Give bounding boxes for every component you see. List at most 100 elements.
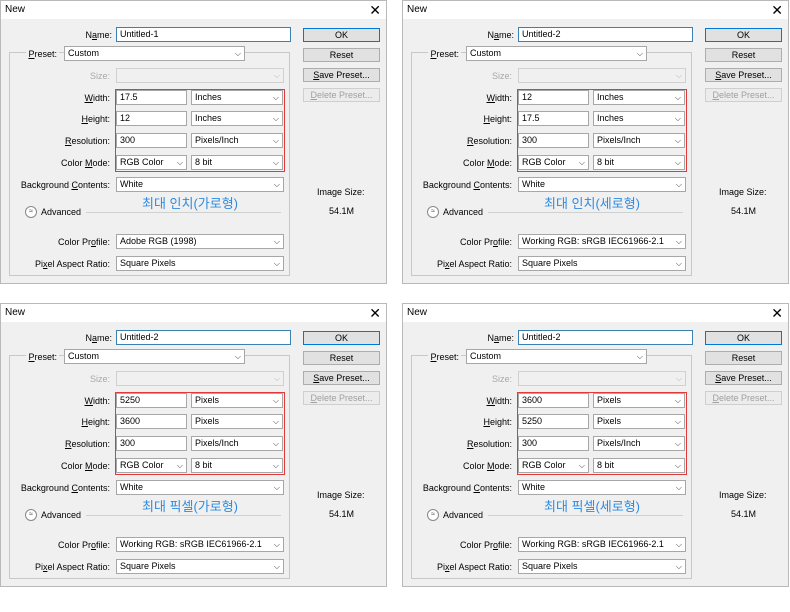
resolution-unit-select[interactable]: Pixels/Inch ⌵ [191,436,283,451]
height-unit-select[interactable]: Pixels ⌵ [191,414,283,429]
save-preset-button[interactable]: Save Preset... [705,371,782,385]
title-bar: New ✕ [1,304,386,322]
chevron-down-icon: ⌵ [674,439,681,448]
height-input[interactable]: 3600 [116,414,187,429]
chevron-down-icon: ⌵ [272,439,279,448]
color-mode-select[interactable]: RGB Color ⌵ [518,155,589,170]
width-unit-select[interactable]: Pixels ⌵ [191,393,283,408]
image-size-value: 54.1M [731,206,757,216]
chevron-down-icon: ⌵ [674,136,681,145]
chevron-down-icon: ⌵ [273,259,280,268]
name-input[interactable]: Untitled-2 [518,27,693,42]
height-input[interactable]: 5250 [518,414,589,429]
preset-select[interactable]: Custom ⌵ [466,46,647,61]
advanced-label[interactable]: Advanced [443,510,483,520]
pixel-aspect-select[interactable]: Square Pixels ⌵ [518,256,686,271]
name-label: Name: [85,333,112,343]
color-profile-select[interactable]: Working RGB: sRGB IEC61966-2.1 ⌵ [518,234,686,249]
chevron-down-icon: ⌵ [273,180,280,189]
resolution-input[interactable]: 300 [116,436,187,451]
width-input[interactable]: 17.5 [116,90,187,105]
save-preset-button[interactable]: Save Preset... [705,68,782,82]
ok-button[interactable]: OK [303,28,380,42]
annotation-text: 최대 픽셀(가로형) [142,499,238,514]
chevron-down-icon: ⌵ [675,483,682,492]
reset-button[interactable]: Reset [303,351,380,365]
resolution-input[interactable]: 300 [518,436,589,451]
preset-select[interactable]: Custom ⌵ [64,46,245,61]
chevron-down-icon: ⌵ [636,49,643,58]
color-profile-select[interactable]: Working RGB: sRGB IEC61966-2.1 ⌵ [518,537,686,552]
delete-preset-button: Delete Preset... [705,391,782,405]
width-input[interactable]: 3600 [518,393,589,408]
width-unit-select[interactable]: Inches ⌵ [191,90,283,105]
ok-button[interactable]: OK [705,28,782,42]
name-input[interactable]: Untitled-1 [116,27,291,42]
width-unit-select[interactable]: Inches ⌵ [593,90,685,105]
width-input[interactable]: 5250 [116,393,187,408]
height-unit-select[interactable]: Inches ⌵ [593,111,685,126]
resolution-unit-select[interactable]: Pixels/Inch ⌵ [593,133,685,148]
color-mode-select[interactable]: RGB Color ⌵ [518,458,589,473]
background-label: Background Contents: [422,180,512,190]
chevron-down-icon: ⌵ [674,461,681,470]
delete-preset-button: Delete Preset... [705,88,782,102]
width-input[interactable]: 12 [518,90,589,105]
image-size-label: Image Size: [719,490,767,500]
advanced-label[interactable]: Advanced [41,207,81,217]
width-unit-select[interactable]: Pixels ⌵ [593,393,685,408]
save-preset-button[interactable]: Save Preset... [303,68,380,82]
image-size-value: 54.1M [731,509,757,519]
chevron-down-icon: ⌵ [176,158,183,167]
chevron-down-icon: ⌵ [675,180,682,189]
height-unit-select[interactable]: Pixels ⌵ [593,414,685,429]
collapse-advanced-icon[interactable]: ≈ [427,206,439,218]
ok-button[interactable]: OK [705,331,782,345]
chevron-down-icon: ⌵ [675,540,682,549]
height-input[interactable]: 12 [116,111,187,126]
ok-button[interactable]: OK [303,331,380,345]
bit-depth-select[interactable]: 8 bit ⌵ [593,458,685,473]
background-select[interactable]: White ⌵ [116,480,284,495]
name-input[interactable]: Untitled-2 [518,330,693,345]
image-size-label: Image Size: [317,490,365,500]
resolution-input[interactable]: 300 [518,133,589,148]
save-preset-button[interactable]: Save Preset... [303,371,380,385]
color-mode-select[interactable]: RGB Color ⌵ [116,155,187,170]
title-bar: New ✕ [403,1,788,19]
advanced-label[interactable]: Advanced [443,207,483,217]
resolution-unit-select[interactable]: Pixels/Inch ⌵ [593,436,685,451]
reset-button[interactable]: Reset [705,48,782,62]
bit-depth-select[interactable]: 8 bit ⌵ [191,155,283,170]
close-icon[interactable]: ✕ [369,304,381,322]
close-icon[interactable]: ✕ [771,1,783,19]
pixel-aspect-select[interactable]: Square Pixels ⌵ [518,559,686,574]
collapse-advanced-icon[interactable]: ≈ [25,206,37,218]
chevron-down-icon: ⌵ [636,352,643,361]
close-icon[interactable]: ✕ [369,1,381,19]
advanced-label[interactable]: Advanced [41,510,81,520]
pixel-aspect-select[interactable]: Square Pixels ⌵ [116,559,284,574]
preset-select[interactable]: Custom ⌵ [466,349,647,364]
collapse-advanced-icon[interactable]: ≈ [25,509,37,521]
color-profile-select[interactable]: Working RGB: sRGB IEC61966-2.1 ⌵ [116,537,284,552]
background-select[interactable]: White ⌵ [116,177,284,192]
color-profile-select[interactable]: Adobe RGB (1998) ⌵ [116,234,284,249]
annotation-text: 최대 인치(가로형) [142,196,238,211]
bit-depth-select[interactable]: 8 bit ⌵ [593,155,685,170]
name-input[interactable]: Untitled-2 [116,330,291,345]
background-select[interactable]: White ⌵ [518,177,686,192]
close-icon[interactable]: ✕ [771,304,783,322]
reset-button[interactable]: Reset [303,48,380,62]
height-unit-select[interactable]: Inches ⌵ [191,111,283,126]
reset-button[interactable]: Reset [705,351,782,365]
background-select[interactable]: White ⌵ [518,480,686,495]
resolution-unit-select[interactable]: Pixels/Inch ⌵ [191,133,283,148]
color-mode-select[interactable]: RGB Color ⌵ [116,458,187,473]
preset-select[interactable]: Custom ⌵ [64,349,245,364]
bit-depth-select[interactable]: 8 bit ⌵ [191,458,283,473]
resolution-input[interactable]: 300 [116,133,187,148]
collapse-advanced-icon[interactable]: ≈ [427,509,439,521]
pixel-aspect-select[interactable]: Square Pixels ⌵ [116,256,284,271]
height-input[interactable]: 17.5 [518,111,589,126]
